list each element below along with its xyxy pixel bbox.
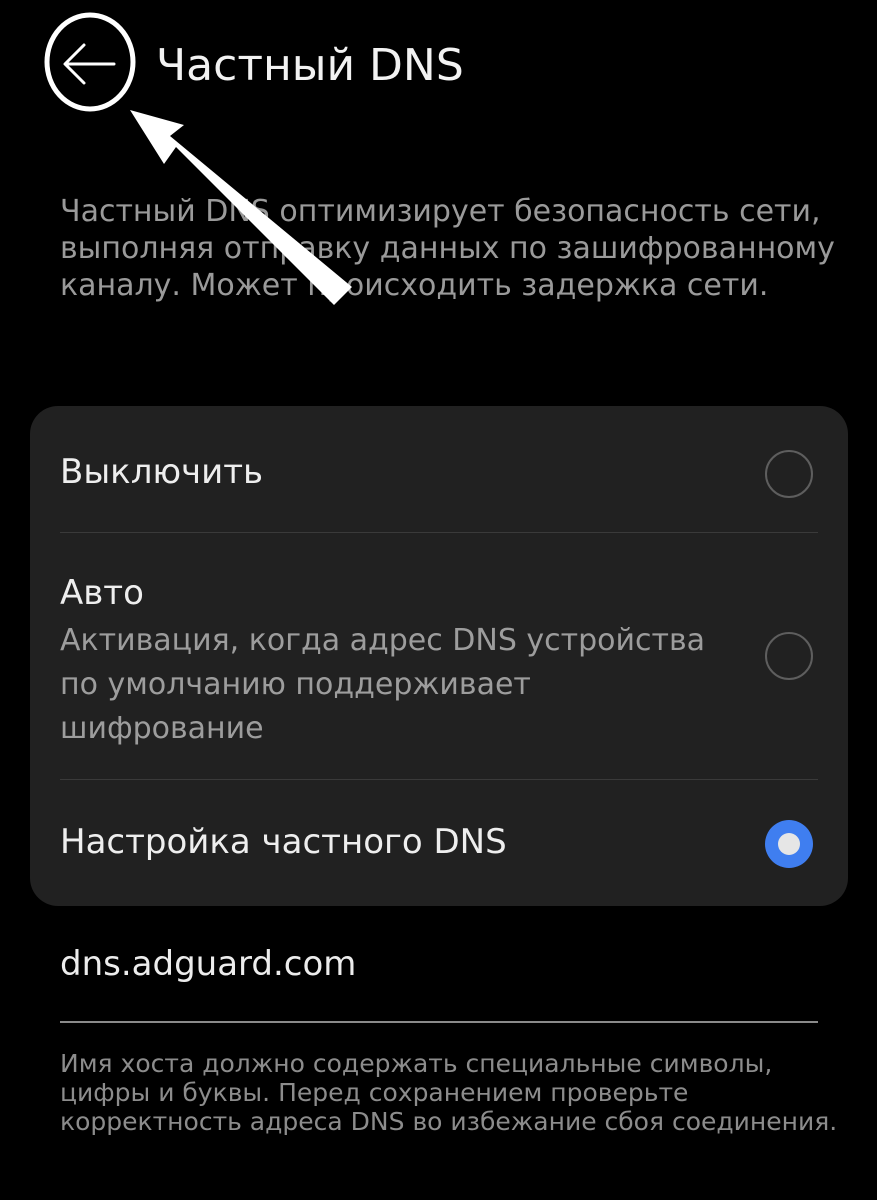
option-off-radio[interactable] [765,450,813,498]
page-title: Частный DNS [156,40,464,91]
option-auto-description: Активация, когда адрес DNS устройства по… [60,623,706,746]
option-auto-label: Авто [60,573,144,613]
option-custom-radio[interactable] [765,820,813,868]
option-auto-radio[interactable] [765,632,813,680]
back-button[interactable] [44,12,136,112]
description-text: Частный DNS оптимизирует безопасность се… [60,194,835,303]
option-custom[interactable]: Настройка частного DNS [30,780,848,906]
option-custom-label: Настройка частного DNS [60,822,507,862]
top-app-bar: Частный DNS [0,0,877,140]
option-off-label: Выключить [60,452,264,492]
dns-mode-options: Выключить Авто Активация, когда адрес DN… [30,406,848,906]
hostname-hint: Имя хоста должно содержать специальные с… [60,1049,838,1136]
option-off[interactable]: Выключить [30,406,848,532]
option-auto[interactable]: Авто Активация, когда адрес DNS устройст… [30,533,848,779]
hostname-input[interactable]: dns.adguard.com [60,944,818,994]
arrow-left-icon [44,12,136,112]
input-underline [60,1021,818,1023]
